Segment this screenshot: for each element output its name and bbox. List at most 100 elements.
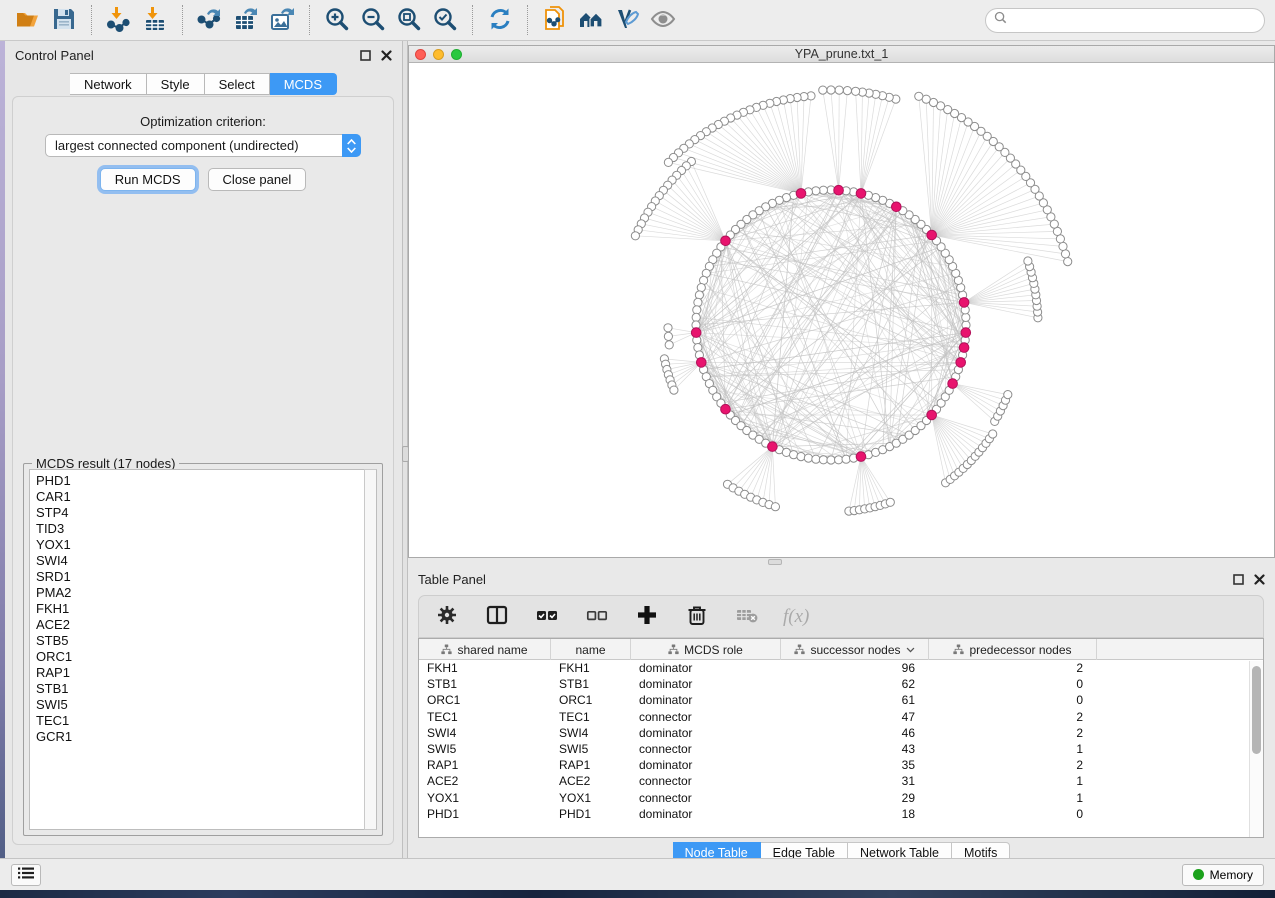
- zoom-in-icon: [324, 6, 350, 35]
- network-document-icon: [542, 6, 568, 35]
- shared-column-icon: [794, 644, 805, 655]
- table-settings-button[interactable]: [433, 602, 461, 632]
- mcds-result-item[interactable]: GCR1: [36, 729, 376, 745]
- float-panel-icon[interactable]: [1233, 574, 1244, 585]
- floppy-disk-icon: [51, 6, 77, 35]
- table-row[interactable]: ACE2 ACE2 connector 31 1: [419, 773, 1263, 789]
- table-header-row: shared name name MCDS role: [419, 639, 1263, 660]
- result-list-scrollbar[interactable]: [364, 469, 377, 830]
- mcds-result-item[interactable]: PHD1: [36, 473, 376, 489]
- mcds-result-item[interactable]: FKH1: [36, 601, 376, 617]
- control-panel: Control Panel NetworkStyleSelectMCDS Opt…: [5, 41, 402, 858]
- vizmapper-button[interactable]: [609, 2, 645, 38]
- import-table-button[interactable]: [137, 2, 173, 38]
- sort-descending-icon: [906, 647, 915, 653]
- mcds-panel: Optimization criterion: largest connecte…: [12, 96, 394, 845]
- show-columns-button[interactable]: [483, 602, 511, 632]
- table-scrollbar-thumb[interactable]: [1252, 666, 1261, 754]
- mcds-result-item[interactable]: SRD1: [36, 569, 376, 585]
- table-row[interactable]: PHD1 PHD1 dominator 18 0: [419, 806, 1263, 822]
- zoom-in-button[interactable]: [319, 2, 355, 38]
- memory-button[interactable]: Memory: [1182, 864, 1264, 886]
- select-all-columns-button[interactable]: [533, 602, 561, 632]
- column-header[interactable]: successor nodes: [781, 639, 929, 660]
- save-session-button[interactable]: [46, 2, 82, 38]
- network-graph: [409, 63, 1274, 557]
- unselect-all-columns-button[interactable]: [583, 602, 611, 632]
- control-panel-tab[interactable]: Network: [70, 73, 147, 95]
- close-panel-icon[interactable]: [381, 50, 392, 61]
- home-dimensions-button[interactable]: [573, 2, 609, 38]
- control-panel-tab[interactable]: MCDS: [270, 73, 337, 95]
- table-panel-title: Table Panel: [418, 572, 486, 587]
- export-network-icon: [197, 6, 223, 35]
- close-panel-icon[interactable]: [1254, 574, 1265, 585]
- houses-icon: [578, 6, 604, 35]
- table-row[interactable]: SWI5 SWI5 connector 43 1: [419, 741, 1263, 757]
- table-panel: Table Panel f(x) shared name: [408, 565, 1275, 858]
- zoom-selected-button[interactable]: [427, 2, 463, 38]
- criterion-selected-value: largest connected component (undirected): [55, 138, 299, 153]
- mcds-result-item[interactable]: STB1: [36, 681, 376, 697]
- mcds-result-item[interactable]: RAP1: [36, 665, 376, 681]
- status-bar: Memory: [0, 858, 1275, 890]
- table-row[interactable]: ORC1 ORC1 dominator 61 0: [419, 692, 1263, 708]
- mcds-result-item[interactable]: ORC1: [36, 649, 376, 665]
- export-image-button[interactable]: [264, 2, 300, 38]
- delete-columns-button[interactable]: [683, 602, 711, 632]
- mcds-result-item[interactable]: PMA2: [36, 585, 376, 601]
- memory-label: Memory: [1210, 868, 1253, 882]
- shared-column-icon: [668, 644, 679, 655]
- mcds-result-item[interactable]: TEC1: [36, 713, 376, 729]
- zoom-out-button[interactable]: [355, 2, 391, 38]
- export-table-button[interactable]: [228, 2, 264, 38]
- open-file-button[interactable]: [10, 2, 46, 38]
- hide-selected-button[interactable]: [645, 2, 681, 38]
- zoom-selected-icon: [432, 6, 458, 35]
- column-header[interactable]: shared name: [419, 639, 551, 660]
- function-builder-button[interactable]: f(x): [783, 606, 809, 628]
- new-network-document-button[interactable]: [537, 2, 573, 38]
- mcds-result-item[interactable]: TID3: [36, 521, 376, 537]
- control-panel-tab[interactable]: Style: [147, 73, 205, 95]
- column-header[interactable]: MCDS role: [631, 639, 781, 660]
- column-header[interactable]: name: [551, 639, 631, 660]
- table-row[interactable]: TEC1 TEC1 connector 47 2: [419, 709, 1263, 725]
- unchecked-boxes-icon: [586, 604, 608, 629]
- close-panel-button[interactable]: Close panel: [208, 168, 307, 191]
- mcds-result-item[interactable]: ACE2: [36, 617, 376, 633]
- refresh-layout-button[interactable]: [482, 2, 518, 38]
- mcds-result-item[interactable]: CAR1: [36, 489, 376, 505]
- run-mcds-button[interactable]: Run MCDS: [100, 168, 196, 191]
- table-row[interactable]: FKH1 FKH1 dominator 96 2: [419, 660, 1263, 676]
- table-row[interactable]: SWI4 SWI4 dominator 46 2: [419, 725, 1263, 741]
- float-panel-icon[interactable]: [360, 50, 371, 61]
- table-scrollbar[interactable]: [1249, 661, 1263, 837]
- table-row[interactable]: RAP1 RAP1 dominator 35 2: [419, 757, 1263, 773]
- search-input[interactable]: [1012, 13, 1256, 27]
- import-network-button[interactable]: [101, 2, 137, 38]
- control-panel-tab[interactable]: Select: [205, 73, 270, 95]
- zoom-fit-button[interactable]: [391, 2, 427, 38]
- toolbar-separator: [182, 5, 183, 35]
- network-canvas[interactable]: [409, 63, 1274, 557]
- mcds-result-item[interactable]: YOX1: [36, 537, 376, 553]
- optimization-criterion-select[interactable]: largest connected component (undirected): [45, 134, 361, 157]
- zoom-fit-icon: [396, 6, 422, 35]
- mcds-result-item[interactable]: SWI4: [36, 553, 376, 569]
- mcds-result-list: PHD1CAR1STP4TID3YOX1SWI4SRD1PMA2FKH1ACE2…: [29, 469, 377, 830]
- optimization-criterion-label: Optimization criterion:: [13, 114, 393, 129]
- mcds-result-item[interactable]: SWI5: [36, 697, 376, 713]
- export-table-icon: [233, 6, 259, 35]
- table-row[interactable]: STB1 STB1 dominator 62 0: [419, 676, 1263, 692]
- control-panel-tabs: NetworkStyleSelectMCDS: [5, 73, 402, 95]
- horizontal-splitter[interactable]: [408, 558, 1275, 565]
- mcds-result-item[interactable]: STP4: [36, 505, 376, 521]
- column-header[interactable]: predecessor nodes: [929, 639, 1097, 660]
- export-network-button[interactable]: [192, 2, 228, 38]
- task-history-button[interactable]: [11, 864, 41, 886]
- create-column-button[interactable]: [633, 602, 661, 632]
- delete-table-button[interactable]: [733, 602, 761, 632]
- table-row[interactable]: YOX1 YOX1 connector 29 1: [419, 790, 1263, 806]
- mcds-result-item[interactable]: STB5: [36, 633, 376, 649]
